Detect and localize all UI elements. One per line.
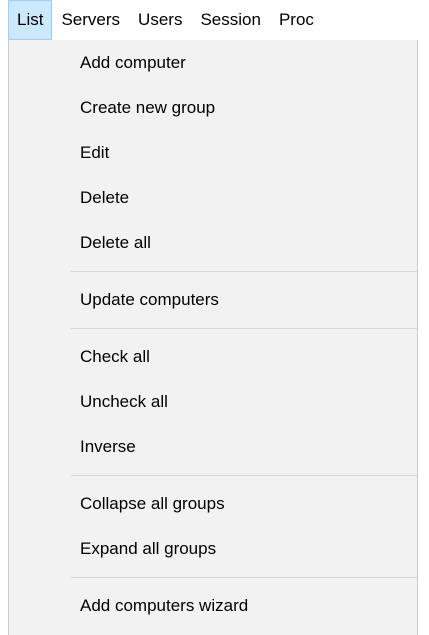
menu-proc[interactable]: Proc	[270, 0, 323, 40]
menu-item-collapse-all-groups[interactable]: Collapse all groups	[9, 481, 417, 526]
menu-session[interactable]: Session	[191, 0, 269, 40]
menu-users[interactable]: Users	[129, 0, 191, 40]
menu-item-inverse[interactable]: Inverse	[9, 424, 417, 469]
menu-separator	[71, 271, 417, 272]
menu-separator	[71, 475, 417, 476]
menu-separator	[71, 328, 417, 329]
menu-bar: List Servers Users Session Proc	[0, 0, 429, 40]
menu-item-add-computers-wizard[interactable]: Add computers wizard	[9, 583, 417, 628]
menu-item-edit[interactable]: Edit	[9, 130, 417, 175]
menu-item-create-new-group[interactable]: Create new group	[9, 85, 417, 130]
menu-separator	[71, 577, 417, 578]
menu-item-add-computer[interactable]: Add computer	[9, 40, 417, 85]
menu-item-delete-all[interactable]: Delete all	[9, 220, 417, 265]
menu-item-expand-all-groups[interactable]: Expand all groups	[9, 526, 417, 571]
menu-item-delete[interactable]: Delete	[9, 175, 417, 220]
menu-list[interactable]: List	[8, 0, 53, 40]
menu-servers[interactable]: Servers	[52, 0, 129, 40]
list-dropdown-menu: Add computer Create new group Edit Delet…	[8, 40, 418, 635]
menu-item-update-computers[interactable]: Update computers	[9, 277, 417, 322]
menu-item-check-all[interactable]: Check all	[9, 334, 417, 379]
app-window: List Servers Users Session Proc Add comp…	[0, 0, 429, 635]
menu-item-uncheck-all[interactable]: Uncheck all	[9, 379, 417, 424]
